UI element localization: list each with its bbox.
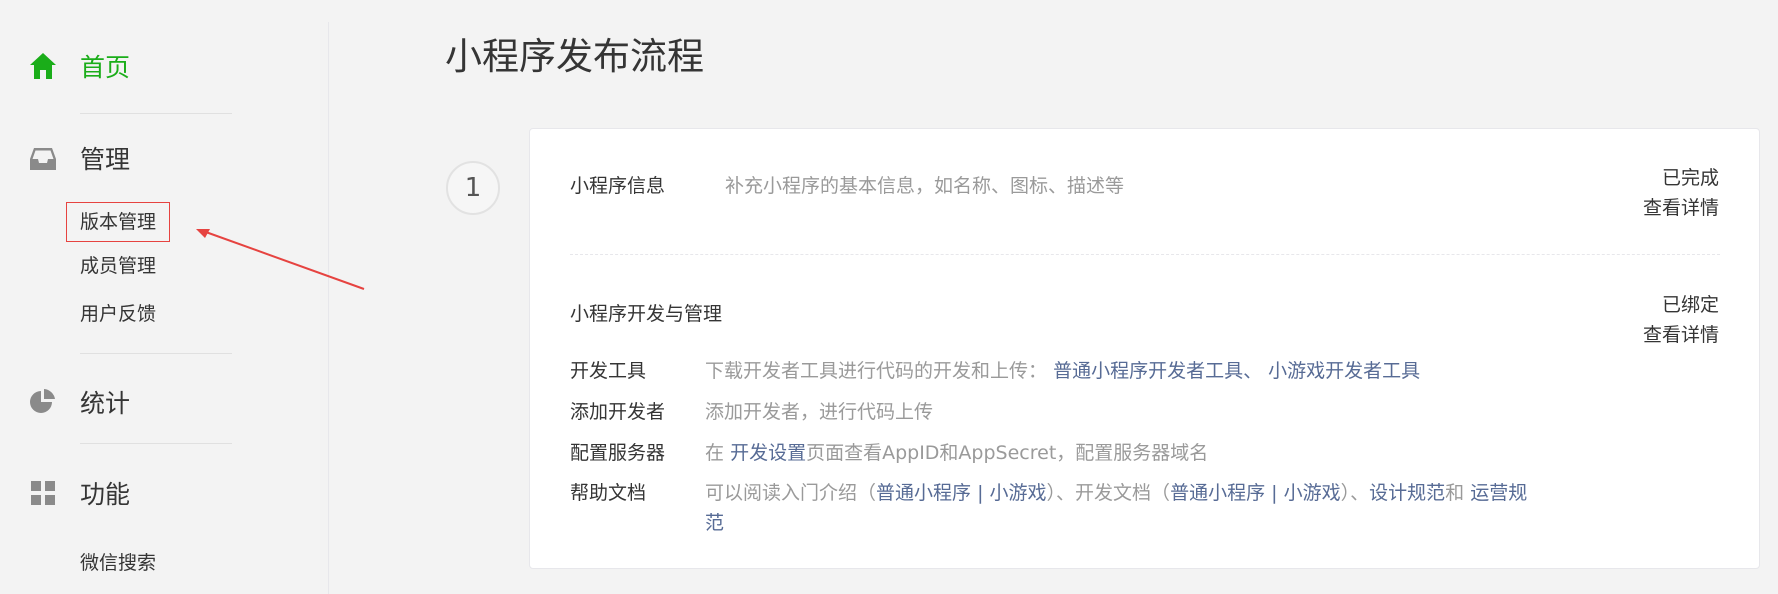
nav-stats-label: 统计 [80, 389, 131, 418]
game-tool-link[interactable]: 小游戏开发者工具 [1268, 360, 1420, 382]
sidebar-item-version-manage[interactable]: 版本管理 [66, 202, 171, 242]
help-text: 和 [1445, 482, 1465, 504]
nav-home-label: 首页 [80, 53, 131, 82]
tools-desc: 下载开发者工具进行代码的开发和上传： [705, 360, 1048, 382]
sidebar-item-member-manage[interactable]: 成员管理 [80, 253, 156, 279]
divider [80, 113, 232, 114]
divider [570, 254, 1720, 255]
server-label: 配置服务器 [570, 442, 666, 464]
separator: | [977, 482, 984, 504]
info-title: 小程序信息 [570, 175, 666, 197]
add-dev-label: 添加开发者 [570, 401, 666, 423]
docs-game-link[interactable]: 小游戏 [1284, 482, 1341, 504]
dev-title: 小程序开发与管理 [570, 303, 723, 325]
dev-status: 已绑定 [1661, 294, 1719, 316]
divider [80, 353, 232, 354]
tools-label: 开发工具 [570, 360, 647, 382]
server-post: 页面查看AppID和AppSecret，配置服务器域名 [806, 442, 1209, 464]
info-status: 已完成 [1661, 167, 1719, 189]
grid-icon [28, 478, 58, 508]
ops-spec-link-wrap[interactable]: 范 [705, 508, 724, 535]
design-spec-link[interactable]: 设计规范 [1369, 482, 1445, 504]
sidebar: 首页 管理 版本管理 成员管理 用户反馈 统计 功能 微信搜索 [0, 22, 329, 594]
step-card: 小程序信息 补充小程序的基本信息，如名称、图标、描述等 已完成 查看详情 小程序… [529, 128, 1760, 569]
inbox-icon [28, 143, 58, 173]
pie-chart-icon [28, 387, 58, 417]
sidebar-item-wechat-search[interactable]: 微信搜索 [80, 550, 156, 576]
help-text: ）、开发文档（ [1046, 482, 1171, 504]
nav-home[interactable]: 首页 [28, 48, 130, 84]
sidebar-item-user-feedback[interactable]: 用户反馈 [80, 301, 156, 327]
nav-manage-label: 管理 [80, 145, 131, 174]
server-pre: 在 [705, 442, 725, 464]
nav-features-label: 功能 [80, 480, 131, 509]
dev-settings-link[interactable]: 开发设置 [730, 442, 806, 464]
ops-spec-link[interactable]: 运营规 [1470, 482, 1527, 504]
dev-tool-link[interactable]: 普通小程序开发者工具 [1053, 360, 1243, 382]
info-desc: 补充小程序的基本信息，如名称、图标、描述等 [725, 175, 1125, 197]
separator: 、 [1243, 360, 1263, 382]
help-row: 可以阅读入门介绍（普通小程序 | 小游戏）、开发文档（普通小程序 | 小游戏）、… [705, 478, 1527, 505]
docs-miniprogram-link[interactable]: 普通小程序 [1170, 482, 1265, 504]
dev-detail-link[interactable]: 查看详情 [1643, 320, 1719, 347]
intro-game-link[interactable]: 小游戏 [990, 482, 1047, 504]
nav-features[interactable]: 功能 [28, 475, 130, 511]
intro-miniprogram-link[interactable]: 普通小程序 [876, 482, 971, 504]
help-text: ）、 [1340, 482, 1370, 504]
nav-stats[interactable]: 统计 [28, 384, 130, 420]
step-number: 1 [446, 161, 500, 215]
separator: | [1271, 482, 1278, 504]
nav-manage[interactable]: 管理 [28, 140, 130, 176]
server-row: 在 开发设置页面查看AppID和AppSecret，配置服务器域名 [705, 438, 1208, 465]
home-icon [28, 51, 58, 81]
help-text: 可以阅读入门介绍（ [705, 482, 877, 504]
help-label: 帮助文档 [570, 482, 647, 504]
tools-row: 下载开发者工具进行代码的开发和上传： 普通小程序开发者工具、 小游戏开发者工具 [705, 356, 1420, 383]
info-detail-link[interactable]: 查看详情 [1643, 193, 1719, 220]
add-dev-desc: 添加开发者，进行代码上传 [705, 401, 934, 423]
page-title: 小程序发布流程 [445, 35, 704, 78]
divider [80, 443, 232, 444]
